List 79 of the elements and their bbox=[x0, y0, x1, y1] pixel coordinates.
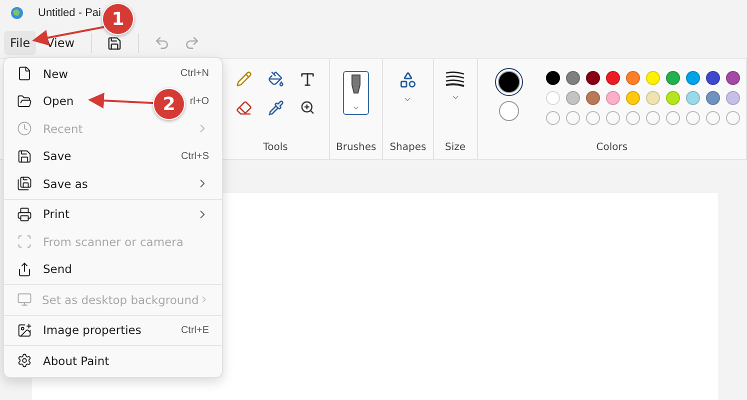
caret-icon bbox=[352, 104, 360, 112]
empty-color-slot[interactable] bbox=[626, 111, 640, 125]
color-swatch[interactable] bbox=[566, 91, 580, 105]
recent-icon bbox=[17, 121, 32, 136]
current-color-swatch[interactable] bbox=[498, 71, 520, 93]
window-title: Untitled - Pai bbox=[38, 6, 101, 18]
new-icon bbox=[17, 66, 32, 82]
shortcut-label: Ctrl+N bbox=[180, 68, 209, 80]
eraser-icon[interactable] bbox=[236, 100, 252, 116]
app-logo-icon bbox=[10, 6, 24, 20]
color-picker-icon[interactable] bbox=[268, 100, 284, 116]
color-swatch[interactable] bbox=[546, 91, 560, 105]
properties-icon bbox=[17, 322, 32, 338]
pencil-icon[interactable] bbox=[236, 71, 252, 87]
scanner-icon bbox=[17, 234, 32, 250]
about-icon bbox=[17, 353, 32, 368]
color-swatch[interactable] bbox=[706, 71, 720, 85]
shortcut-label: rl+O bbox=[190, 96, 209, 107]
color-swatch[interactable] bbox=[606, 71, 620, 85]
saveas-icon bbox=[17, 176, 32, 192]
menu-item[interactable]: Open bbox=[43, 94, 74, 108]
open-icon bbox=[17, 94, 32, 109]
menu-item[interactable]: Print bbox=[43, 207, 70, 222]
color-swatch[interactable] bbox=[566, 71, 580, 85]
empty-color-slot[interactable] bbox=[606, 111, 620, 125]
menu-item[interactable]: New bbox=[43, 66, 68, 81]
group-label: Tools bbox=[263, 142, 288, 153]
color-swatch[interactable] bbox=[686, 91, 700, 105]
color-swatch[interactable] bbox=[606, 91, 620, 105]
group-label: Size bbox=[445, 142, 466, 153]
empty-color-slot[interactable] bbox=[546, 111, 560, 125]
shortcut-label: Ctrl+E bbox=[180, 324, 209, 336]
empty-color-slot[interactable] bbox=[646, 111, 660, 125]
color-swatch[interactable] bbox=[586, 91, 600, 105]
menu-item[interactable]: Save as bbox=[43, 176, 88, 191]
save-icon[interactable] bbox=[107, 36, 122, 50]
send-icon bbox=[17, 262, 32, 277]
empty-color-slot[interactable] bbox=[726, 111, 740, 125]
group-label: Shapes bbox=[390, 142, 426, 153]
color-swatch[interactable] bbox=[666, 71, 680, 85]
step-badge: 1 bbox=[102, 3, 134, 35]
menu-item[interactable]: Image properties bbox=[43, 323, 142, 338]
background-icon bbox=[17, 292, 32, 308]
color-swatch[interactable] bbox=[726, 91, 740, 105]
color-swatch[interactable] bbox=[626, 91, 640, 105]
caret-icon[interactable] bbox=[450, 93, 460, 102]
empty-color-slot[interactable] bbox=[706, 111, 720, 125]
line-width-icon[interactable] bbox=[445, 71, 466, 87]
menu-item[interactable]: About Paint bbox=[43, 354, 110, 368]
color-swatch[interactable] bbox=[626, 71, 640, 85]
group-label: Colors bbox=[596, 142, 628, 153]
empty-color-slot[interactable] bbox=[566, 111, 580, 125]
empty-color-slot[interactable] bbox=[686, 111, 700, 125]
shapes-icon[interactable] bbox=[398, 71, 417, 89]
color-swatch[interactable] bbox=[546, 71, 560, 85]
brush-button[interactable] bbox=[343, 71, 370, 115]
color-swatch[interactable] bbox=[726, 71, 740, 85]
menu-item[interactable]: Save bbox=[43, 149, 72, 164]
empty-color-slot[interactable] bbox=[586, 111, 600, 125]
color-swatch[interactable] bbox=[686, 71, 700, 85]
annotation-arrow bbox=[88, 92, 154, 109]
paint-bucket-icon[interactable] bbox=[268, 71, 284, 87]
menu-tab[interactable]: File bbox=[4, 31, 36, 55]
color-swatch[interactable] bbox=[666, 91, 680, 105]
color-swatch[interactable] bbox=[646, 71, 660, 85]
print-icon bbox=[17, 206, 32, 222]
save-icon bbox=[17, 148, 32, 164]
magnifier-icon[interactable] bbox=[300, 100, 315, 115]
color-swatch[interactable] bbox=[646, 91, 660, 105]
menu-item[interactable]: Send bbox=[43, 262, 72, 276]
brush-icon bbox=[350, 74, 362, 94]
group-label: Brushes bbox=[336, 142, 376, 153]
color-swatch[interactable] bbox=[706, 91, 720, 105]
text-tool-icon[interactable] bbox=[299, 71, 316, 88]
color-swatch[interactable] bbox=[586, 71, 600, 85]
shortcut-label: Ctrl+S bbox=[180, 150, 209, 162]
caret-icon[interactable] bbox=[403, 95, 412, 104]
current-color-swatch[interactable] bbox=[498, 101, 519, 121]
empty-color-slot[interactable] bbox=[666, 111, 680, 125]
